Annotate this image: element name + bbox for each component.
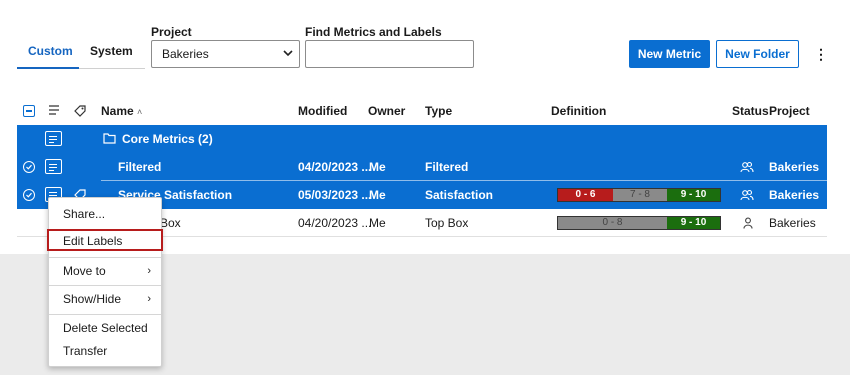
menu-item-label: Move to — [63, 264, 106, 278]
metric-type: Filtered — [425, 160, 469, 174]
column-type[interactable]: Type — [425, 104, 452, 118]
menu-divider — [49, 257, 161, 258]
table-row[interactable]: Filtered 04/20/2023 ... Me Filtered Bake… — [17, 153, 827, 181]
folder-icon — [103, 133, 116, 147]
metric-modified: 04/20/2023 ... — [298, 160, 370, 174]
tab-custom[interactable]: Custom — [28, 44, 73, 58]
definition-bar: 0 - 6 7 - 8 9 - 10 — [557, 188, 721, 202]
row-selected-check-icon[interactable] — [23, 189, 35, 201]
menu-item-delete-selected[interactable]: Delete Selected — [49, 317, 161, 339]
metric-type: Satisfaction — [425, 188, 494, 202]
metric-project: Bakeries — [769, 216, 816, 230]
menu-item-show-hide[interactable]: Show/Hide › — [49, 288, 161, 310]
metric-name[interactable]: Box — [160, 209, 181, 237]
chevron-down-icon — [283, 41, 293, 77]
menu-item-share[interactable]: Share... — [49, 203, 161, 225]
context-menu: Share... Edit Labels Move to › Show/Hide… — [47, 197, 163, 367]
metric-type: Top Box — [425, 216, 469, 230]
definition-segment: 9 - 10 — [667, 217, 720, 229]
document-icon — [45, 131, 62, 146]
menu-item-label: Edit Labels — [63, 234, 123, 248]
folder-name: Core Metrics (2) — [122, 132, 213, 146]
project-select-value: Bakeries — [162, 47, 209, 61]
more-options-icon[interactable]: ⋮ — [814, 46, 828, 62]
search-label: Find Metrics and Labels — [305, 25, 442, 39]
metric-modified: 05/03/2023 ... — [298, 188, 370, 202]
metric-owner: Me — [369, 160, 386, 174]
list-icon[interactable] — [48, 104, 60, 119]
menu-divider — [49, 285, 161, 286]
column-owner[interactable]: Owner — [368, 104, 405, 118]
column-status[interactable]: Status — [732, 104, 769, 118]
column-project[interactable]: Project — [769, 104, 810, 118]
definition-segment: 9 - 10 — [667, 189, 720, 201]
row-selected-check-icon[interactable] — [23, 161, 35, 173]
shared-users-icon — [740, 189, 754, 204]
menu-item-transfer[interactable]: Transfer — [49, 340, 161, 362]
menu-divider — [49, 314, 161, 315]
select-all-checkbox[interactable] — [23, 105, 35, 117]
metric-owner: Me — [369, 216, 386, 230]
definition-segment: 7 - 8 — [613, 189, 667, 201]
metric-project: Bakeries — [769, 160, 820, 174]
column-definition[interactable]: Definition — [551, 104, 606, 118]
definition-segment: 0 - 8 — [558, 217, 667, 229]
metric-modified: 04/20/2023 ... — [298, 216, 370, 230]
new-folder-button[interactable]: New Folder — [716, 40, 799, 68]
menu-item-label: Show/Hide — [63, 292, 122, 306]
menu-item-move-to[interactable]: Move to › — [49, 260, 161, 282]
definition-bar: 0 - 8 9 - 10 — [557, 216, 721, 230]
chevron-right-icon: › — [147, 293, 151, 305]
menu-item-label: Delete Selected — [63, 321, 148, 335]
project-label: Project — [151, 25, 192, 39]
user-icon — [743, 217, 753, 232]
shared-users-icon — [740, 161, 754, 176]
metric-project: Bakeries — [769, 188, 820, 202]
sort-asc-icon: ˄ — [137, 107, 143, 117]
search-input[interactable] — [305, 40, 474, 68]
tag-icon[interactable] — [73, 104, 87, 121]
tab-system[interactable]: System — [90, 44, 133, 58]
definition-segment: 0 - 6 — [558, 189, 613, 201]
column-name-label: Name — [101, 104, 134, 118]
tab-active-indicator — [17, 67, 79, 69]
metric-name[interactable]: Filtered — [118, 153, 161, 181]
folder-row[interactable]: Core Metrics (2) — [17, 125, 827, 153]
project-select[interactable]: Bakeries — [151, 40, 300, 68]
menu-item-edit-labels[interactable]: Edit Labels — [47, 229, 163, 251]
column-name[interactable]: Name ˄ — [101, 104, 142, 118]
new-metric-button[interactable]: New Metric — [629, 40, 710, 68]
metric-owner: Me — [369, 188, 386, 202]
column-modified[interactable]: Modified — [298, 104, 347, 118]
menu-item-label: Transfer — [63, 344, 108, 358]
document-icon — [45, 159, 62, 174]
menu-item-label: Share... — [63, 207, 106, 221]
chevron-right-icon: › — [147, 265, 151, 277]
